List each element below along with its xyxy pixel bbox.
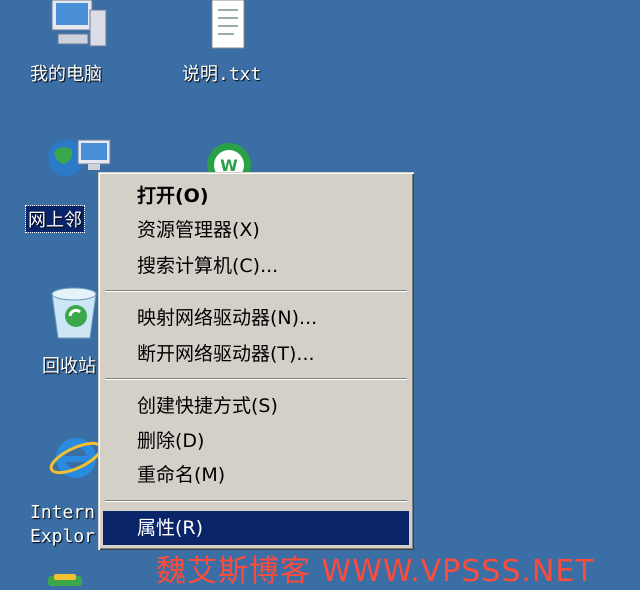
menu-item-open[interactable]: 打开(O) (103, 179, 409, 213)
menu-item-properties[interactable]: 属性(R) (103, 511, 409, 545)
partial-desktop-icon[interactable] (48, 574, 82, 586)
watermark-text: 魏艾斯博客 WWW.VPSSS.NET (156, 554, 595, 589)
desktop-icon-label: 网上邻 (25, 205, 85, 233)
internet-explorer-icon (49, 438, 103, 478)
menu-item-search-computer[interactable]: 搜索计算机(C)... (103, 249, 409, 283)
menu-item-rename[interactable]: 重命名(M) (103, 458, 409, 492)
recycle-bin-icon (51, 287, 97, 339)
desktop-icon-readme[interactable]: 说明.txt (170, 0, 290, 96)
menu-item-disconnect-network-drive[interactable]: 断开网络驱动器(T)... (103, 337, 409, 371)
desktop-icon-label: 回收站 (42, 356, 96, 377)
menu-separator (105, 290, 407, 292)
text-file-icon (211, 0, 245, 49)
menu-item-delete[interactable]: 删除(D) (103, 424, 409, 458)
desktop-icon-label: 我的电脑 (30, 64, 102, 85)
desktop-icon-label: Intern (30, 502, 96, 523)
app-w-icon[interactable]: W (204, 140, 254, 174)
desktop-icon-label: Explor (30, 526, 96, 547)
menu-separator (105, 378, 407, 380)
computer-icon (51, 0, 107, 47)
desktop-icon-label: 说明.txt (182, 64, 262, 85)
menu-item-map-network-drive[interactable]: 映射网络驱动器(N)... (103, 301, 409, 335)
context-menu: 打开(O) 资源管理器(X) 搜索计算机(C)... 映射网络驱动器(N)...… (98, 172, 414, 550)
menu-separator (105, 500, 407, 502)
desktop-icon-my-computer[interactable]: 我的电脑 (20, 0, 140, 96)
menu-item-explorer[interactable]: 资源管理器(X) (103, 213, 409, 247)
menu-item-create-shortcut[interactable]: 创建快捷方式(S) (103, 389, 409, 423)
